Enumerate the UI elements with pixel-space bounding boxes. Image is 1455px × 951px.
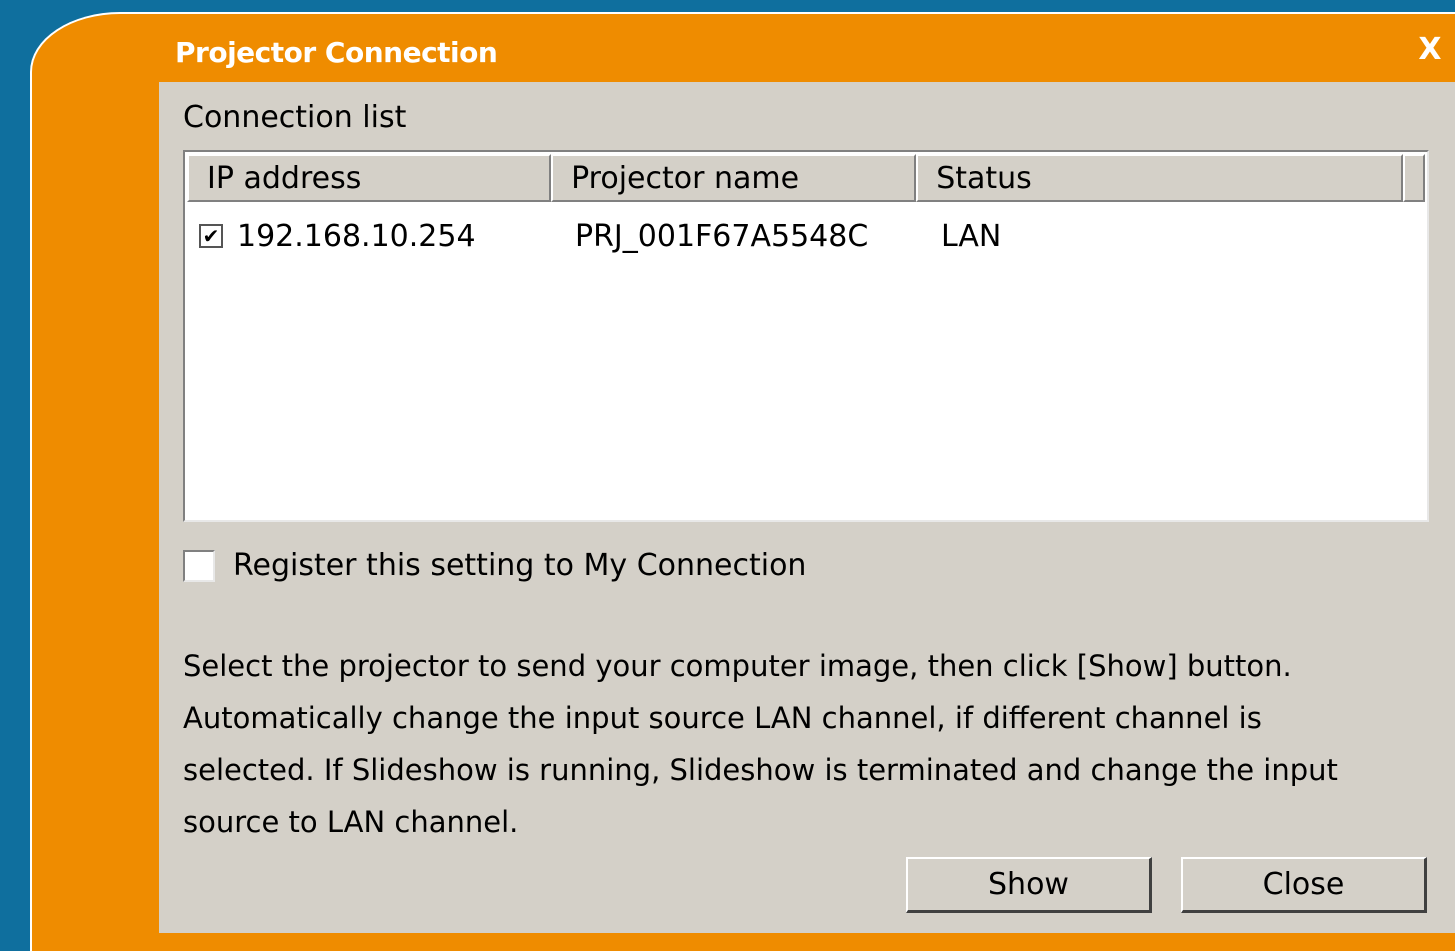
row-checkbox[interactable]: ✔ — [199, 224, 223, 248]
instructions-line: selected. If Slideshow is running, Slide… — [183, 753, 1338, 787]
cell-projector-name: PRJ_001F67A5548C — [575, 218, 869, 254]
column-header-filler — [1403, 154, 1425, 202]
register-label: Register this setting to My Connection — [233, 548, 807, 583]
connection-list-label: Connection list — [183, 100, 407, 135]
column-header-status[interactable]: Status — [916, 154, 1403, 202]
list-header: IP address Projector name Status — [187, 154, 1425, 202]
register-setting[interactable]: Register this setting to My Connection — [183, 548, 806, 583]
instructions-line: Select the projector to send your comput… — [183, 649, 1292, 683]
instructions-text: Select the projector to send your comput… — [183, 640, 1433, 848]
show-button[interactable]: Show — [906, 857, 1152, 913]
column-header-ip-address[interactable]: IP address — [187, 154, 552, 202]
close-icon[interactable]: X — [1418, 32, 1441, 67]
register-checkbox[interactable] — [183, 549, 215, 582]
cell-ip-address: 192.168.10.254 — [237, 218, 476, 254]
title-bar[interactable]: Projector Connection X — [175, 30, 1455, 74]
instructions-line: source to LAN channel. — [183, 805, 519, 839]
instructions-line: Automatically change the input source LA… — [183, 701, 1262, 735]
dialog-title: Projector Connection — [175, 35, 498, 69]
checkmark-icon: ✔ — [202, 224, 220, 248]
cell-status: LAN — [941, 218, 1002, 254]
connection-list[interactable]: IP address Projector name Status ✔ 192.1… — [183, 150, 1429, 522]
list-item[interactable]: ✔ 192.168.10.254 PRJ_001F67A5548C LAN — [199, 214, 1427, 258]
close-button[interactable]: Close — [1181, 857, 1427, 913]
column-header-projector-name[interactable]: Projector name — [551, 154, 917, 202]
